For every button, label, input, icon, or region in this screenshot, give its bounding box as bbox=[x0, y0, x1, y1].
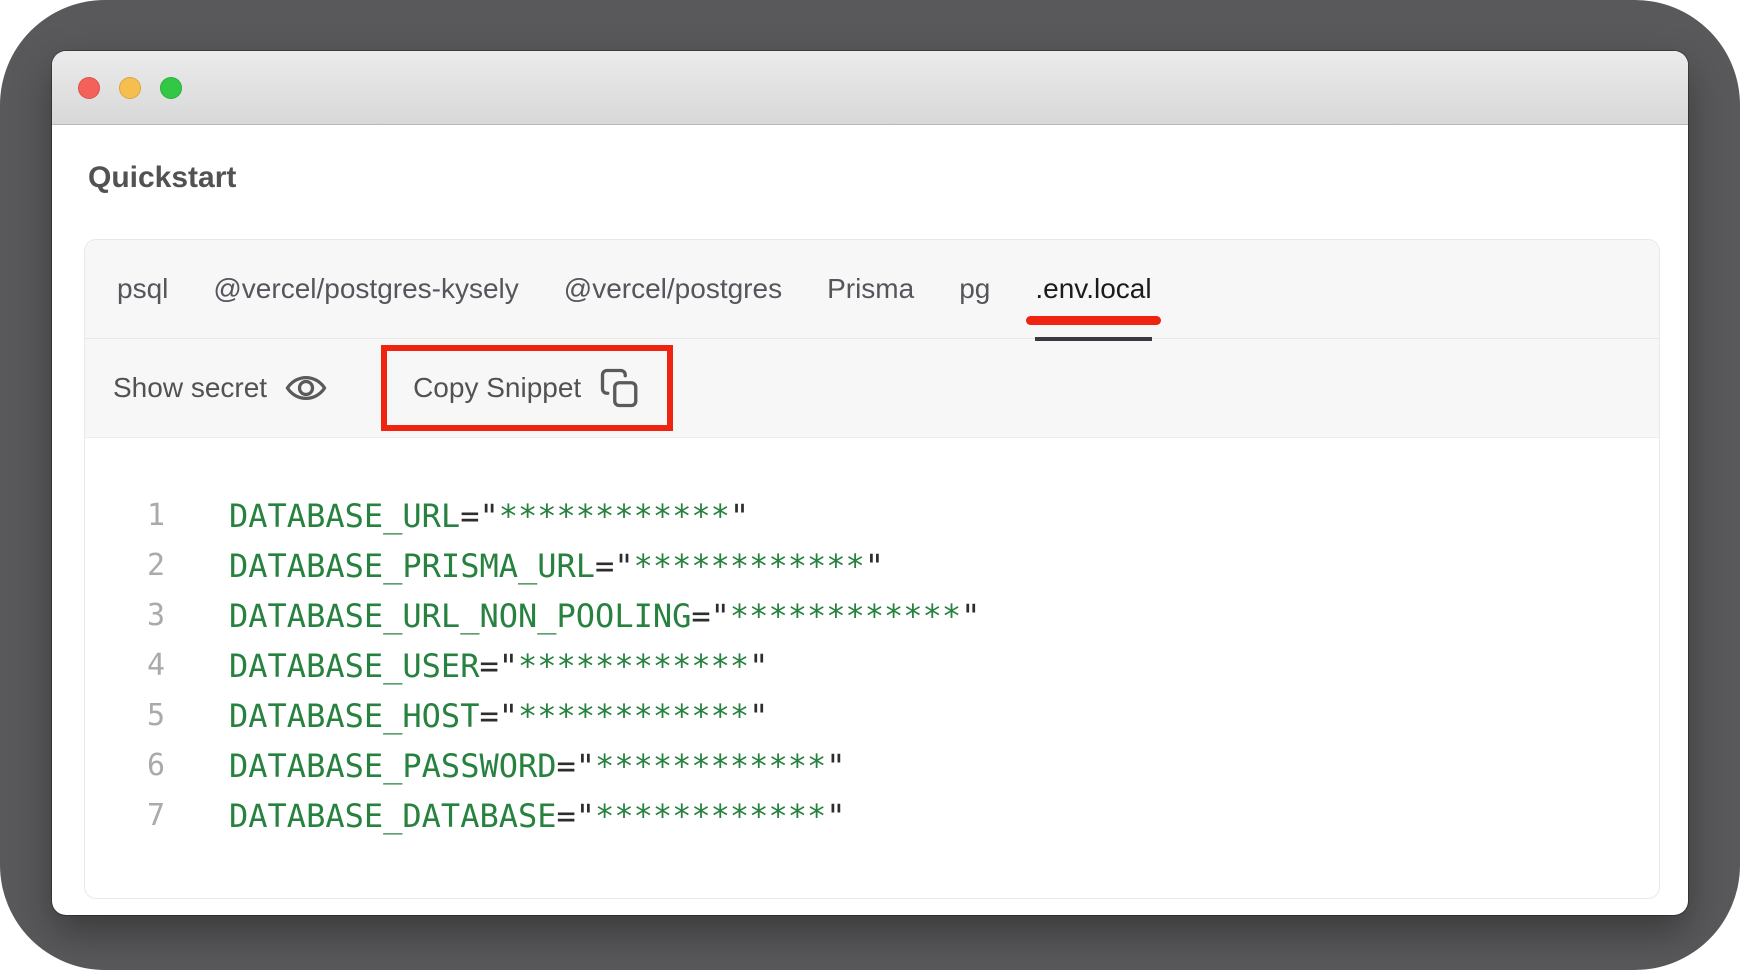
masked-secret-value: ************ bbox=[595, 747, 826, 785]
code-line: 6 DATABASE_PASSWORD="************" bbox=[85, 741, 1659, 791]
active-tab-indicator bbox=[1035, 337, 1151, 341]
code-line: 2 DATABASE_PRISMA_URL="************" bbox=[85, 541, 1659, 591]
tab-label: @vercel/postgres bbox=[564, 273, 782, 305]
env-var-name: DATABASE_USER bbox=[229, 647, 479, 685]
quote: " bbox=[576, 747, 595, 785]
masked-secret-value: ************ bbox=[730, 597, 961, 635]
copy-icon bbox=[599, 367, 641, 409]
tab-psql[interactable]: psql bbox=[117, 240, 168, 338]
quote: " bbox=[499, 647, 518, 685]
line-number: 4 bbox=[85, 641, 165, 691]
quote: " bbox=[711, 597, 730, 635]
masked-secret-value: ************ bbox=[518, 647, 749, 685]
line-number: 2 bbox=[85, 541, 165, 591]
equals-sign: = bbox=[460, 497, 479, 535]
masked-secret-value: ************ bbox=[634, 547, 865, 585]
quote: " bbox=[499, 697, 518, 735]
code-text: DATABASE_URL="************" bbox=[229, 491, 749, 541]
code-text: DATABASE_USER="************" bbox=[229, 641, 768, 691]
window-titlebar[interactable] bbox=[52, 51, 1688, 125]
code-text: DATABASE_HOST="************" bbox=[229, 691, 768, 741]
quote: " bbox=[826, 747, 845, 785]
env-var-name: DATABASE_PRISMA_URL bbox=[229, 547, 595, 585]
tab-label: pg bbox=[959, 273, 990, 305]
show-secret-button[interactable]: Show secret bbox=[113, 365, 329, 411]
masked-secret-value: ************ bbox=[595, 797, 826, 835]
line-number: 6 bbox=[85, 741, 165, 791]
code-line: 4 DATABASE_USER="************" bbox=[85, 641, 1659, 691]
code-text: DATABASE_DATABASE="************" bbox=[229, 791, 846, 841]
eye-icon bbox=[283, 365, 329, 411]
code-text: DATABASE_PRISMA_URL="************" bbox=[229, 541, 884, 591]
masked-secret-value: ************ bbox=[499, 497, 730, 535]
env-var-name: DATABASE_URL_NON_POOLING bbox=[229, 597, 691, 635]
code-text: DATABASE_URL_NON_POOLING="************" bbox=[229, 591, 980, 641]
quote: " bbox=[865, 547, 884, 585]
window-controls bbox=[78, 77, 182, 99]
tab-vercel-postgres-kysely[interactable]: @vercel/postgres-kysely bbox=[213, 240, 518, 338]
tab-pg[interactable]: pg bbox=[959, 240, 990, 338]
code-line: 1 DATABASE_URL="************" bbox=[85, 491, 1659, 541]
close-button[interactable] bbox=[78, 77, 100, 99]
code-line: 7 DATABASE_DATABASE="************" bbox=[85, 791, 1659, 841]
quote: " bbox=[730, 497, 749, 535]
equals-sign: = bbox=[595, 547, 614, 585]
minimize-button[interactable] bbox=[119, 77, 141, 99]
snippet-toolbar: Show secret Copy Snippet bbox=[85, 339, 1659, 438]
equals-sign: = bbox=[691, 597, 710, 635]
quote: " bbox=[576, 797, 595, 835]
copy-snippet-button[interactable]: Copy Snippet bbox=[387, 351, 667, 425]
tab-env-local[interactable]: .env.local bbox=[1035, 240, 1151, 338]
quote: " bbox=[479, 497, 498, 535]
code-text: DATABASE_PASSWORD="************" bbox=[229, 741, 846, 791]
tab-bar: psql @vercel/postgres-kysely @vercel/pos… bbox=[85, 240, 1659, 339]
masked-secret-value: ************ bbox=[518, 697, 749, 735]
line-number: 3 bbox=[85, 591, 165, 641]
equals-sign: = bbox=[557, 797, 576, 835]
code-line: 5 DATABASE_HOST="************" bbox=[85, 691, 1659, 741]
quote: " bbox=[614, 547, 633, 585]
quote: " bbox=[749, 697, 768, 735]
tab-vercel-postgres[interactable]: @vercel/postgres bbox=[564, 240, 782, 338]
tab-label: .env.local bbox=[1035, 273, 1151, 305]
tab-prisma[interactable]: Prisma bbox=[827, 240, 914, 338]
env-var-name: DATABASE_URL bbox=[229, 497, 460, 535]
quickstart-panel: psql @vercel/postgres-kysely @vercel/pos… bbox=[84, 239, 1660, 899]
annotation-highlight-box: Copy Snippet bbox=[381, 345, 673, 431]
code-block[interactable]: 1 DATABASE_URL="************" 2 DATABASE… bbox=[85, 438, 1659, 898]
equals-sign: = bbox=[557, 747, 576, 785]
code-line: 3 DATABASE_URL_NON_POOLING="************… bbox=[85, 591, 1659, 641]
env-var-name: DATABASE_DATABASE bbox=[229, 797, 557, 835]
window-content: Quickstart psql @vercel/postgres-kysely … bbox=[52, 161, 1688, 899]
show-secret-label: Show secret bbox=[113, 372, 267, 404]
desktop-background: Quickstart psql @vercel/postgres-kysely … bbox=[0, 0, 1740, 970]
equals-sign: = bbox=[479, 647, 498, 685]
equals-sign: = bbox=[479, 697, 498, 735]
line-number: 7 bbox=[85, 791, 165, 841]
line-number: 1 bbox=[85, 491, 165, 541]
quote: " bbox=[961, 597, 980, 635]
tab-label: Prisma bbox=[827, 273, 914, 305]
tab-label: psql bbox=[117, 273, 168, 305]
page-title: Quickstart bbox=[88, 161, 1656, 195]
quote: " bbox=[826, 797, 845, 835]
copy-snippet-label: Copy Snippet bbox=[413, 372, 581, 404]
app-window: Quickstart psql @vercel/postgres-kysely … bbox=[52, 51, 1688, 915]
tab-label: @vercel/postgres-kysely bbox=[213, 273, 518, 305]
annotation-red-underline bbox=[1026, 316, 1160, 325]
maximize-button[interactable] bbox=[160, 77, 182, 99]
quote: " bbox=[749, 647, 768, 685]
line-number: 5 bbox=[85, 691, 165, 741]
env-var-name: DATABASE_PASSWORD bbox=[229, 747, 557, 785]
env-var-name: DATABASE_HOST bbox=[229, 697, 479, 735]
